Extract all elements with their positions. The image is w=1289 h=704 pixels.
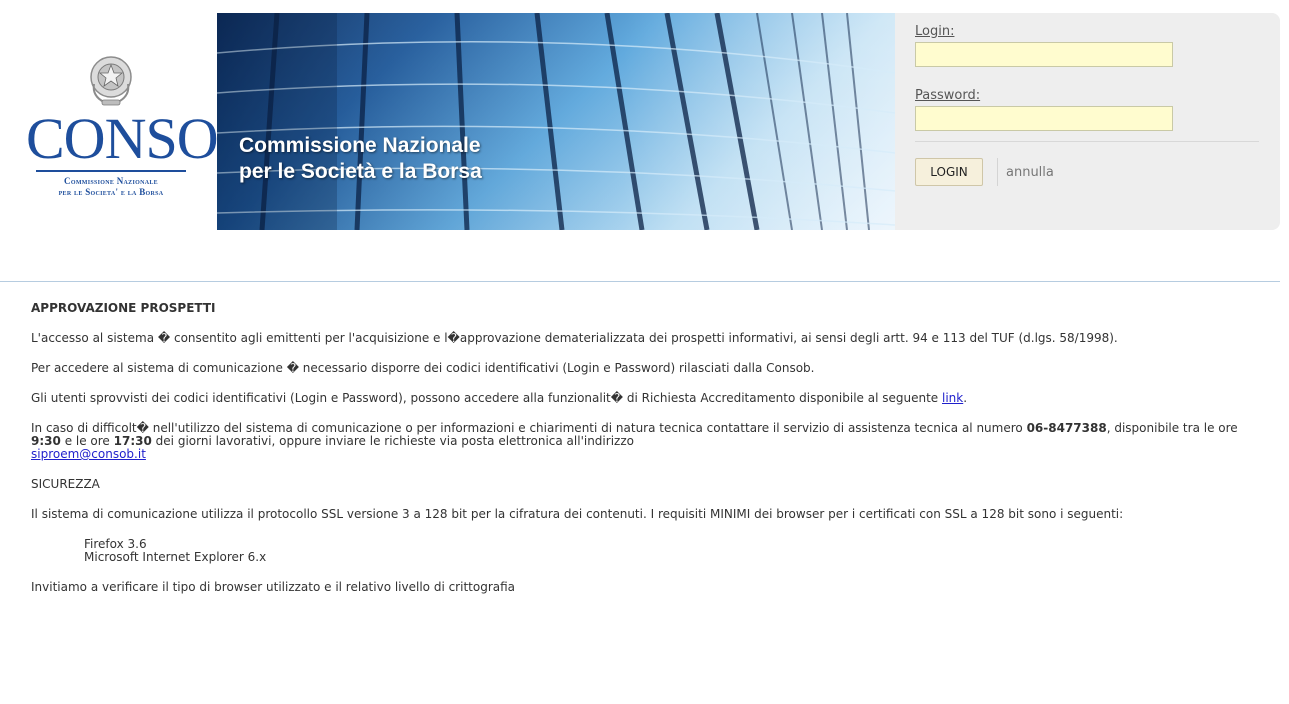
- password-input[interactable]: [915, 106, 1173, 131]
- login-panel: Login: Password: LOGIN annulla: [895, 13, 1280, 230]
- browser-item-ie: Microsoft Internet Explorer 6.x: [84, 550, 267, 564]
- support-text-c: e le ore: [64, 434, 110, 448]
- password-label: Password:: [915, 88, 980, 103]
- banner-title-line2: per le Società e la Borsa: [239, 160, 482, 183]
- ssl-paragraph: Il sistema di comunicazione utilizza il …: [31, 507, 1124, 521]
- banner-title: Commissione Nazionale per le Società e l…: [239, 133, 482, 185]
- browser-list: Firefox 3.6 Microsoft Internet Explorer …: [31, 538, 1266, 564]
- logo-subtitle-line2: per le Societa' e la Borsa: [58, 187, 164, 197]
- support-time-end: 17:30: [113, 434, 152, 448]
- accreditation-paragraph: Gli utenti sprovvisti dei codici identif…: [31, 391, 968, 405]
- logo-wordmark: CONSOB: [26, 106, 256, 171]
- password-label-text: Password:: [915, 88, 981, 103]
- login-button[interactable]: LOGIN: [915, 158, 983, 186]
- support-phone: 06-8477388: [1026, 421, 1107, 435]
- consob-logo: CONSOB Commissione Nazionale per le Soci…: [26, 52, 256, 222]
- support-time-start: 9:30: [31, 434, 61, 448]
- header-banner: Commissione Nazionale per le Società e l…: [217, 13, 895, 230]
- emblem-icon: [90, 56, 132, 106]
- accreditation-link[interactable]: link: [942, 391, 963, 405]
- support-text-a: In caso di difficolt� nell'utilizzo del …: [31, 421, 1023, 435]
- login-label: Login:: [915, 24, 954, 39]
- building-facade-image: [217, 13, 895, 230]
- cancel-link[interactable]: annulla: [1006, 165, 1054, 180]
- browser-check-paragraph: Invitiamo a verificare il tipo di browse…: [31, 580, 516, 594]
- login-label-text: Login:: [915, 24, 955, 39]
- support-email-link[interactable]: siproem@consob.it: [31, 447, 146, 461]
- support-text-b: , disponibile tra le ore: [1106, 421, 1238, 435]
- button-separator: [997, 158, 998, 186]
- credentials-paragraph: Per accedere al sistema di comunicazione…: [31, 361, 815, 375]
- security-title: SICUREZZA: [31, 477, 100, 491]
- login-separator: [915, 141, 1259, 142]
- main-content: APPROVAZIONE PROSPETTI L'accesso al sist…: [31, 302, 1266, 594]
- login-input[interactable]: [915, 42, 1173, 67]
- accreditation-text: Gli utenti sprovvisti dei codici identif…: [31, 391, 939, 405]
- section-title: APPROVAZIONE PROSPETTI: [31, 301, 216, 315]
- intro-paragraph: L'accesso al sistema � consentito agli e…: [31, 331, 1118, 345]
- support-text-d: dei giorni lavorativi, oppure inviare le…: [155, 434, 634, 448]
- support-paragraph: In caso di difficolt� nell'utilizzo del …: [31, 422, 1266, 461]
- logo-subtitle-line1: Commissione Nazionale: [64, 176, 158, 186]
- header-divider: [0, 281, 1280, 282]
- banner-title-line1: Commissione Nazionale: [239, 134, 481, 157]
